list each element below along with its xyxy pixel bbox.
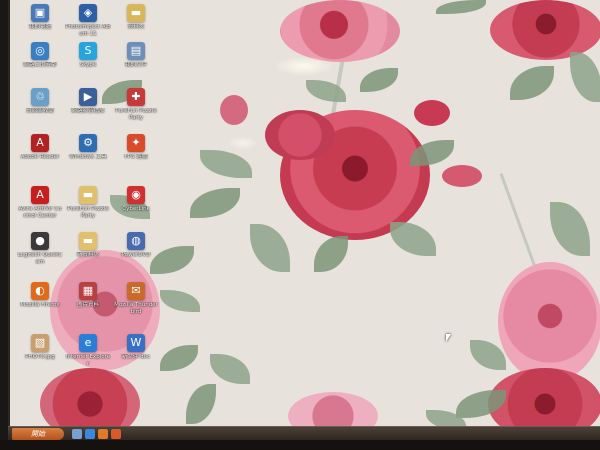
- desktop-shortcut-label: PureFun Puzzle Party: [67, 206, 109, 219]
- desktop-shortcut-label: CyberLink: [122, 206, 150, 212]
- internet-explorer-icon: e: [79, 334, 97, 352]
- adobe-reader-icon: A: [31, 134, 49, 152]
- desktop-shortcut[interactable]: ♲ 資源回收筒: [18, 86, 62, 132]
- desktop-shortcut[interactable]: ◍ PowerDVD: [114, 230, 158, 276]
- thunderbird-icon: ✉: [127, 282, 145, 300]
- webcam-icon: ●: [31, 232, 49, 250]
- desktop-shortcut-label: 新資料夾: [76, 252, 99, 258]
- desktop-shortcut-label: PhotoImpact Album 11: [65, 24, 111, 37]
- documents-icon: ▤: [127, 42, 145, 60]
- avira-icon: A: [31, 186, 49, 204]
- photoimpact-icon: ◈: [79, 4, 97, 22]
- show-desktop-icon[interactable]: [72, 429, 82, 439]
- taskbar: 開始: [8, 426, 600, 441]
- recycle-bin-icon: ♲: [31, 88, 49, 106]
- desktop-shortcut-label: FPS 遊戲: [124, 154, 148, 160]
- desktop-screen[interactable]: ▣ 我的電腦 ◈ PhotoImpact Album 11 ▬ 資料夾 ◎ 網路上的芳鄰 S Sk…: [8, 0, 600, 440]
- desktop-shortcut-label: Mozilla Thunderbird: [114, 302, 158, 315]
- desktop-shortcut-label: Windows 工具: [69, 154, 107, 160]
- desktop-shortcut-label: 我的電腦: [28, 24, 51, 30]
- start-button[interactable]: 開始: [12, 428, 64, 440]
- desktop-shortcut[interactable]: ▦ 圖片資料: [66, 280, 110, 326]
- desktop-shortcut-label: PureFun Puzzle Party: [115, 108, 157, 121]
- desktop-shortcut[interactable]: ▧ PHOTO.jpg: [18, 332, 62, 378]
- monitor-bezel: [0, 440, 600, 450]
- desktop-shortcut-label: 圖片資料: [76, 302, 99, 308]
- desktop-shortcut-label: Avira AntiVir Control Center: [18, 206, 62, 219]
- desktop-shortcut-label: 新文件.doc: [121, 354, 151, 360]
- desktop-shortcut-label: Internet Explorer: [65, 354, 111, 367]
- dvd-icon: ◍: [127, 232, 145, 250]
- desktop-shortcut-label: Skype: [79, 62, 97, 68]
- desktop-shortcut[interactable]: ▤ 我的文件: [114, 40, 158, 86]
- game-icon: ✦: [127, 134, 145, 152]
- desktop-shortcut[interactable]: ◐ Mozilla Firefox: [18, 280, 62, 326]
- desktop-shortcut[interactable]: ✉ Mozilla Thunderbird: [114, 280, 158, 326]
- folder-icon: ▬: [79, 232, 97, 250]
- desktop-shortcut-label: 網路上的芳鄰: [23, 62, 57, 68]
- desktop-shortcut-label: Mozilla Firefox: [20, 302, 60, 308]
- desktop-shortcut[interactable]: ▶ 網路影音播放: [66, 86, 110, 132]
- desktop-shortcut[interactable]: W 新文件.doc: [114, 332, 158, 378]
- folder-icon: ▬: [127, 4, 145, 22]
- desktop-shortcut[interactable]: ◉ CyberLink: [114, 184, 158, 230]
- desktop-shortcut-label: 網路影音播放: [71, 108, 105, 114]
- tools-icon: ⚙: [79, 134, 97, 152]
- cyberlink-icon: ◉: [127, 186, 145, 204]
- photo-file-icon: ▧: [31, 334, 49, 352]
- desktop-shortcut[interactable]: ▬ 新資料夾: [66, 230, 110, 276]
- desktop-shortcut[interactable]: S Skype: [66, 40, 110, 86]
- desktop-shortcut[interactable]: ◎ 網路上的芳鄰: [18, 40, 62, 86]
- desktop-shortcut-label: 資源回收筒: [26, 108, 54, 114]
- computer-icon: ▣: [31, 4, 49, 22]
- desktop-shortcut[interactable]: ● Logitech QuickCam: [18, 230, 62, 276]
- desktop-shortcut-label: PowerDVD: [121, 252, 151, 258]
- desktop-shortcut[interactable]: ✚ PureFun Puzzle Party: [114, 86, 158, 132]
- media-player-icon[interactable]: [98, 429, 108, 439]
- firefox-quicklaunch-icon[interactable]: [111, 429, 121, 439]
- firefox-icon: ◐: [31, 282, 49, 300]
- desktop-shortcut-label: PHOTO.jpg: [25, 354, 55, 360]
- desktop-shortcut-label: Logitech QuickCam: [17, 252, 63, 265]
- folder-icon: ▬: [79, 186, 97, 204]
- ie-quicklaunch-icon[interactable]: [85, 429, 95, 439]
- mouse-cursor-icon: [446, 334, 451, 342]
- puzzle-icon: ✚: [127, 88, 145, 106]
- desktop-shortcut[interactable]: A Avira AntiVir Control Center: [18, 184, 62, 230]
- desktop-shortcut[interactable]: ⚙ Windows 工具: [66, 132, 110, 178]
- word-doc-icon: W: [127, 334, 145, 352]
- desktop-shortcut-label: 資料夾: [127, 24, 145, 30]
- desktop-shortcut[interactable]: ✦ FPS 遊戲: [114, 132, 158, 178]
- desktop-shortcut[interactable]: ▬ PureFun Puzzle Party: [66, 184, 110, 230]
- skype-icon: S: [79, 42, 97, 60]
- image-icon: ▦: [79, 282, 97, 300]
- network-icon: ◎: [31, 42, 49, 60]
- desktop-shortcut-label: 我的文件: [124, 62, 147, 68]
- desktop-shortcut-label: Adobe Reader: [20, 154, 60, 160]
- media-icon: ▶: [79, 88, 97, 106]
- desktop-shortcut[interactable]: e Internet Explorer: [66, 332, 110, 378]
- desktop-shortcut[interactable]: A Adobe Reader: [18, 132, 62, 178]
